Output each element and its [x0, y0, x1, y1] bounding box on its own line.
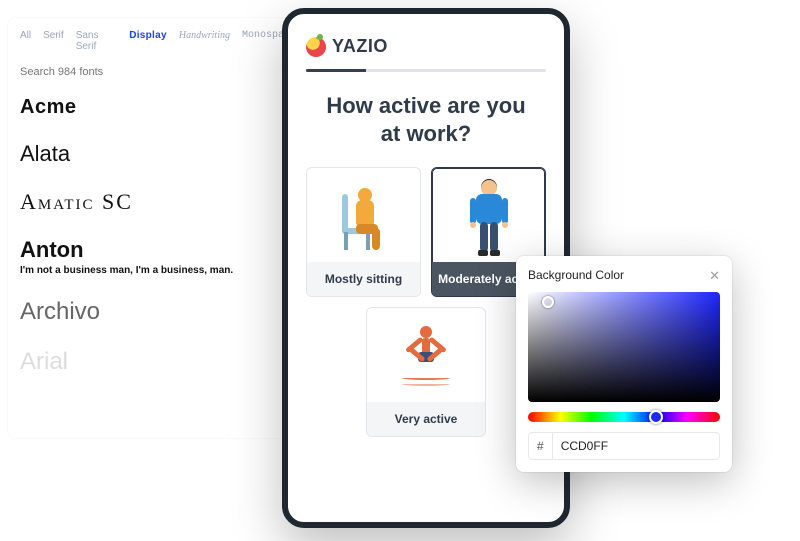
font-item-arial[interactable]: Arial	[20, 348, 296, 376]
progress-fill	[306, 69, 366, 72]
progress-bar	[306, 69, 546, 72]
font-item-archivo[interactable]: Archivo	[20, 298, 296, 326]
hue-thumb[interactable]	[649, 410, 663, 424]
yazio-logo-icon	[306, 37, 326, 57]
sitting-person-icon	[334, 180, 394, 258]
color-hex-input[interactable]	[553, 433, 720, 459]
tab-sans-serif[interactable]: Sans Serif	[76, 30, 118, 52]
font-category-tabs: All Serif Sans Serif Display Handwriting…	[20, 28, 296, 62]
color-cursor[interactable]	[542, 296, 554, 308]
question-heading: How active are you at work?	[300, 92, 552, 167]
font-anton-sample: I'm not a business man, I'm a business, …	[20, 265, 296, 276]
font-item-alata[interactable]: Alata	[20, 141, 296, 167]
color-value-row: # HEX	[528, 432, 720, 460]
tab-handwriting[interactable]: Handwriting	[179, 30, 230, 52]
activity-card-grid: Mostly sitting Moderately active	[300, 167, 552, 437]
card-mostly-sitting[interactable]: Mostly sitting	[306, 167, 421, 297]
color-picker-title: Background Color	[528, 268, 624, 282]
active-person-icon	[394, 320, 458, 398]
font-anton-name: Anton	[20, 237, 296, 263]
hue-slider[interactable]	[528, 412, 720, 422]
standing-person-icon	[464, 180, 514, 258]
hash-prefix: #	[529, 433, 553, 459]
card-label: Mostly sitting	[307, 262, 420, 296]
font-search-input[interactable]	[20, 62, 296, 90]
font-picker-panel: All Serif Sans Serif Display Handwriting…	[8, 18, 308, 438]
tab-display[interactable]: Display	[129, 30, 167, 52]
font-item-amatic[interactable]: Amatic SC	[20, 189, 296, 215]
font-item-anton[interactable]: Anton I'm not a business man, I'm a busi…	[20, 237, 296, 276]
app-brand: YAZIO	[306, 36, 552, 57]
tab-all[interactable]: All	[20, 30, 31, 52]
tab-serif[interactable]: Serif	[43, 30, 64, 52]
color-saturation-field[interactable]	[528, 292, 720, 402]
card-label: Very active	[367, 402, 485, 436]
font-item-acme[interactable]: Acme	[20, 96, 296, 119]
font-list: Acme Alata Amatic SC Anton I'm not a bus…	[20, 90, 296, 376]
brand-name: YAZIO	[332, 36, 388, 57]
card-very-active[interactable]: Very active	[366, 307, 486, 437]
color-picker-panel: Background Color ✕ # HEX	[516, 256, 732, 472]
close-icon[interactable]: ✕	[709, 269, 720, 282]
